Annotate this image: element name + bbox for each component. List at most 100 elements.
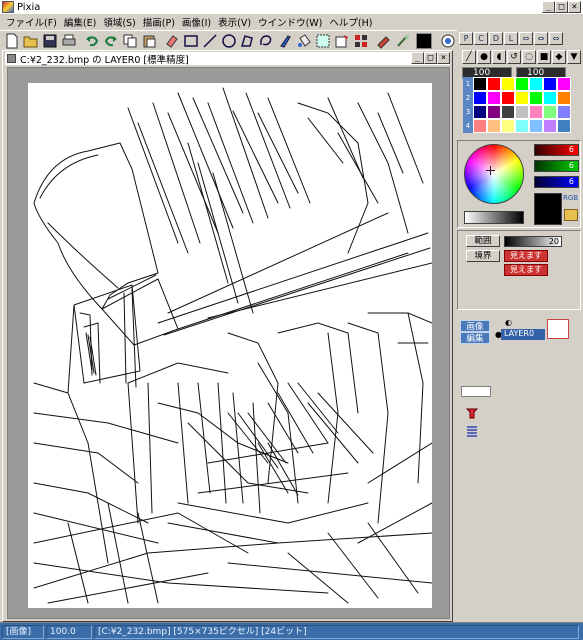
airbrush-icon[interactable]: ◌: [522, 50, 536, 64]
palette-swatch[interactable]: [473, 91, 487, 105]
maximize-button[interactable]: □: [555, 1, 568, 13]
palette-swatch[interactable]: [543, 91, 557, 105]
palette-swatch[interactable]: [487, 119, 501, 133]
undo-icon[interactable]: [83, 32, 102, 50]
layer-list-icon[interactable]: [465, 424, 479, 438]
menu-window[interactable]: ウインドウ(W): [256, 15, 327, 29]
brush-icon[interactable]: [276, 32, 295, 50]
palette-swatch[interactable]: [543, 77, 557, 91]
palette-swatch[interactable]: [515, 77, 529, 91]
palette-swatch[interactable]: [543, 119, 557, 133]
boundary-visible-button[interactable]: 見えます: [504, 250, 548, 262]
save-icon[interactable]: [41, 32, 60, 50]
redo-icon[interactable]: [102, 32, 121, 50]
print-icon[interactable]: [60, 32, 79, 50]
menu-edit[interactable]: 編集(E): [62, 15, 101, 29]
tab-c[interactable]: C: [474, 31, 488, 45]
palette-swatch[interactable]: [557, 77, 571, 91]
palette-swatch[interactable]: [557, 105, 571, 119]
palette-swatch[interactable]: [473, 119, 487, 133]
doc-close-button[interactable]: ×: [437, 52, 450, 64]
layer-name[interactable]: LAYER0: [501, 329, 545, 340]
tab-d[interactable]: D: [489, 31, 503, 45]
palette-swatch[interactable]: [529, 119, 543, 133]
lasso-icon[interactable]: [257, 32, 276, 50]
menu-draw[interactable]: 描画(P): [141, 15, 180, 29]
round-brush-icon[interactable]: ◖: [492, 50, 506, 64]
circle-icon[interactable]: [219, 32, 238, 50]
current-color-swatch[interactable]: [416, 32, 433, 49]
fill-icon[interactable]: [295, 32, 314, 50]
eraser-icon[interactable]: [162, 32, 181, 50]
pencil-tool-icon[interactable]: ╱: [462, 50, 476, 64]
blue-slider[interactable]: 6: [534, 176, 579, 188]
palette-swatch[interactable]: [487, 105, 501, 119]
rect-icon[interactable]: [181, 32, 200, 50]
arrows-icon[interactable]: ⇔: [519, 31, 533, 45]
curve-tool-icon[interactable]: ↺: [507, 50, 521, 64]
square-tool-icon[interactable]: ■: [537, 50, 551, 64]
arrows-v-icon[interactable]: ⇔: [549, 31, 563, 45]
palette-swatch[interactable]: [473, 77, 487, 91]
grid-icon[interactable]: [352, 32, 371, 50]
palette-swatch[interactable]: [515, 119, 529, 133]
palette-swatch[interactable]: [487, 91, 501, 105]
boundary-visible-button-2[interactable]: 見えます: [504, 264, 548, 276]
menu-help[interactable]: ヘルプ(H): [327, 15, 377, 29]
dot-tool-icon[interactable]: ●: [477, 50, 491, 64]
palette-swatch[interactable]: [501, 91, 515, 105]
drawing-paper[interactable]: [28, 83, 432, 608]
palette-swatch[interactable]: [515, 105, 529, 119]
rgb-label[interactable]: RGB: [563, 194, 578, 202]
palette-swatch[interactable]: [543, 105, 557, 119]
palette-swatch[interactable]: [501, 119, 515, 133]
line-icon[interactable]: [200, 32, 219, 50]
palette-swatch[interactable]: [487, 77, 501, 91]
edit-layer-button[interactable]: 編集: [460, 332, 490, 344]
palette-swatch[interactable]: [557, 119, 571, 133]
selected-color-swatch[interactable]: [534, 193, 562, 225]
transform-icon[interactable]: [333, 32, 352, 50]
palette-swatch[interactable]: [557, 91, 571, 105]
canvas-area[interactable]: [7, 67, 450, 619]
menu-view[interactable]: 表示(V): [216, 15, 256, 29]
red-slider[interactable]: 6: [534, 144, 579, 156]
palette-swatch[interactable]: [473, 105, 487, 119]
layer-item[interactable]: ◐ ● LAYER0: [495, 318, 575, 340]
open-icon[interactable]: [22, 32, 41, 50]
smudge-icon[interactable]: [393, 32, 412, 50]
arrows-alt-icon[interactable]: ⇔: [534, 31, 548, 45]
image-layer-button[interactable]: 画像: [460, 320, 490, 332]
palette-swatch[interactable]: [501, 105, 515, 119]
doc-minimize-button[interactable]: _: [411, 52, 424, 64]
select-icon[interactable]: [314, 32, 333, 50]
paste-icon[interactable]: [139, 32, 158, 50]
palette-swatch[interactable]: [501, 77, 515, 91]
palette-swatch[interactable]: [515, 91, 529, 105]
polygon-icon[interactable]: [238, 32, 257, 50]
eye-icon[interactable]: ◐: [505, 318, 512, 327]
layer-input-box[interactable]: [461, 386, 491, 397]
palette-swatch[interactable]: [529, 77, 543, 91]
range-slider[interactable]: 20: [504, 235, 562, 247]
menu-image[interactable]: 画像(I): [180, 15, 216, 29]
dropdown-icon[interactable]: ▼: [567, 50, 581, 64]
brush-panel: 範囲 20 境界 見えます 見えます: [457, 230, 581, 310]
tab-p[interactable]: P: [459, 31, 473, 45]
eraser-tool-icon[interactable]: ◆: [552, 50, 566, 64]
pen-icon[interactable]: [374, 32, 393, 50]
minimize-button[interactable]: _: [542, 1, 555, 13]
folder-icon[interactable]: [564, 209, 578, 221]
new-icon[interactable]: [3, 32, 22, 50]
gray-ramp[interactable]: [464, 211, 524, 224]
tab-l[interactable]: L: [504, 31, 518, 45]
palette-swatch[interactable]: [529, 105, 543, 119]
copy-icon[interactable]: [121, 32, 140, 50]
menu-region[interactable]: 領域(S): [101, 15, 140, 29]
green-slider[interactable]: 6: [534, 160, 579, 172]
menu-file[interactable]: ファイル(F): [4, 15, 62, 29]
doc-maximize-button[interactable]: □: [424, 52, 437, 64]
palette-swatch[interactable]: [529, 91, 543, 105]
paint-tool-icon[interactable]: [465, 406, 479, 420]
close-button[interactable]: ×: [568, 1, 581, 13]
